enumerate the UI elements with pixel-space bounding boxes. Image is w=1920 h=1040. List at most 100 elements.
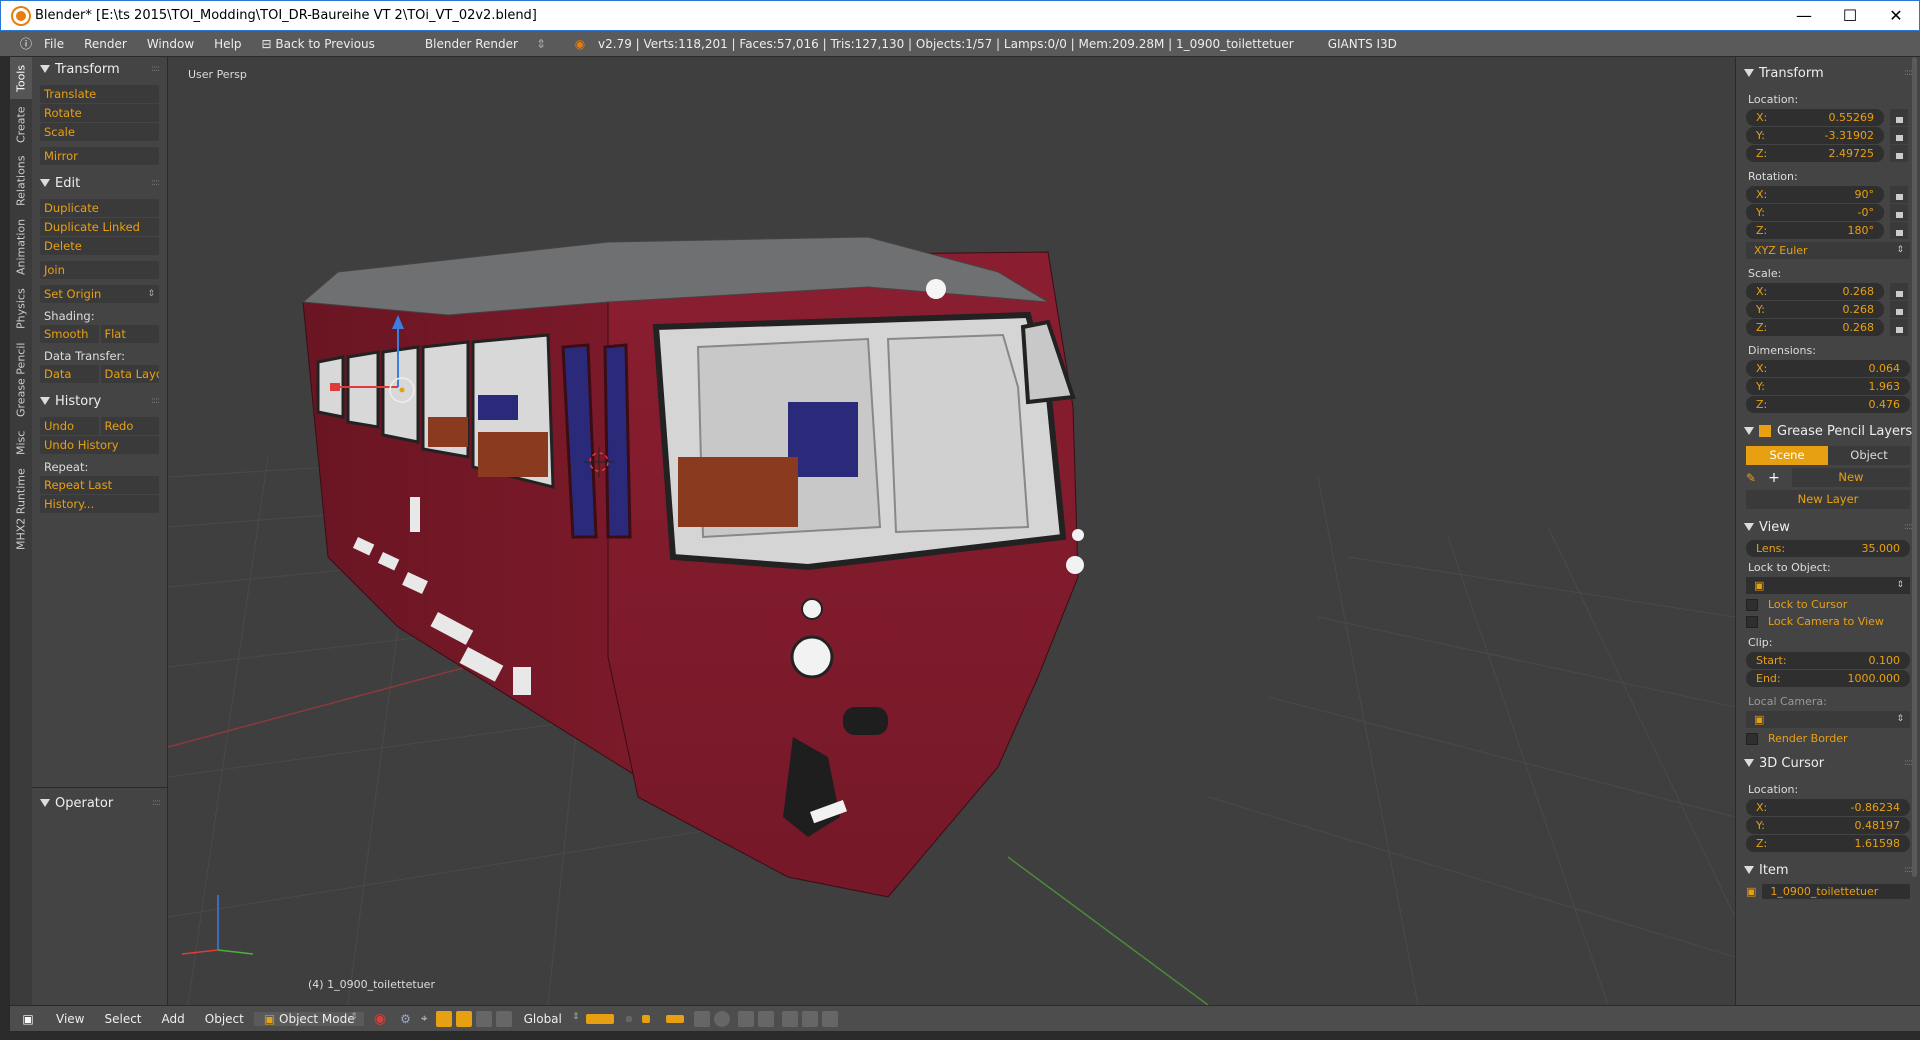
lock-icon[interactable] bbox=[1890, 301, 1908, 318]
dimensions-y-field[interactable]: Y: 1.963 bbox=[1746, 378, 1910, 395]
operator-panel-header[interactable]: Operator:::: bbox=[32, 791, 168, 815]
pivot-point-icon[interactable]: ⚙ bbox=[400, 1012, 411, 1026]
history-panel-header[interactable]: History:::: bbox=[32, 389, 167, 413]
tab-animation[interactable]: Animation bbox=[10, 213, 32, 281]
back-to-previous-button[interactable]: ⊟ Back to Previous bbox=[252, 37, 385, 51]
drag-grip-icon[interactable]: :::: bbox=[151, 396, 160, 406]
proportional-edit-icon[interactable] bbox=[693, 1010, 710, 1027]
menu-giants-i3d[interactable]: GIANTS I3D bbox=[1328, 37, 1397, 51]
scale-button[interactable]: Scale bbox=[40, 123, 159, 141]
scale-y-field[interactable]: Y: 0.268 bbox=[1746, 301, 1908, 318]
scale-manipulator-icon[interactable] bbox=[475, 1010, 492, 1027]
new-layer-button[interactable]: New Layer bbox=[1746, 490, 1910, 509]
n-transform-header[interactable]: Transform:::: bbox=[1736, 61, 1920, 85]
scene-toggle[interactable]: Scene bbox=[1746, 446, 1828, 465]
snap-icon[interactable] bbox=[737, 1010, 754, 1027]
location-z-field[interactable]: Z: 2.49725 bbox=[1746, 145, 1908, 162]
orientation-select[interactable]: Global ⇕ bbox=[514, 1012, 580, 1026]
lock-camera-checkbox[interactable]: Lock Camera to View bbox=[1746, 615, 1910, 628]
render-border-checkbox[interactable]: Render Border bbox=[1746, 732, 1910, 745]
proportional-falloff-icon[interactable] bbox=[713, 1010, 730, 1027]
menu-window[interactable]: Window bbox=[137, 37, 204, 51]
transform-panel-header[interactable]: Transform:::: bbox=[32, 57, 167, 81]
lock-icon[interactable] bbox=[1890, 127, 1908, 144]
info-editor-icon[interactable]: ⓘ bbox=[18, 36, 34, 52]
dimensions-x-field[interactable]: X: 0.064 bbox=[1746, 360, 1910, 377]
lock-icon[interactable] bbox=[1890, 109, 1908, 126]
tab-physics[interactable]: Physics bbox=[10, 283, 32, 335]
rotation-z-field[interactable]: Z: 180° bbox=[1746, 222, 1908, 239]
view-panel-header[interactable]: View:::: bbox=[1736, 515, 1920, 539]
render-icon[interactable] bbox=[781, 1010, 798, 1027]
menu-render[interactable]: Render bbox=[74, 37, 137, 51]
tab-misc[interactable]: Misc bbox=[10, 425, 32, 461]
scale-x-field[interactable]: X: 0.268 bbox=[1746, 283, 1908, 300]
cursor-z-field[interactable]: Z: 1.61598 bbox=[1746, 835, 1910, 852]
lock-icon[interactable] bbox=[1890, 222, 1908, 239]
undo-button[interactable]: Undo bbox=[40, 417, 99, 435]
editor-type-icon[interactable]: ▣ bbox=[20, 1011, 36, 1027]
data-button[interactable]: Data bbox=[40, 365, 99, 383]
3d-viewport[interactable]: User Persp (4) 1_0900_toilettetuer bbox=[168, 57, 1735, 1005]
rotation-y-field[interactable]: Y: -0° bbox=[1746, 204, 1908, 221]
lock-icon[interactable] bbox=[1890, 283, 1908, 300]
redo-button[interactable]: Redo bbox=[100, 417, 159, 435]
drag-grip-icon[interactable]: :::: bbox=[1904, 68, 1913, 78]
tab-grease-pencil[interactable]: Grease Pencil bbox=[10, 337, 32, 423]
tab-relations[interactable]: Relations bbox=[10, 151, 32, 211]
drag-grip-icon[interactable]: :::: bbox=[151, 64, 160, 74]
render-engine-select[interactable]: Blender Render ⇕ bbox=[415, 37, 556, 51]
drag-grip-icon[interactable]: :::: bbox=[1904, 758, 1913, 768]
menu-add[interactable]: Add bbox=[152, 1012, 195, 1026]
clip-end-field[interactable]: End: 1000.000 bbox=[1746, 670, 1910, 687]
lens-field[interactable]: Lens: 35.000 bbox=[1746, 540, 1910, 557]
cursor-x-field[interactable]: X: -0.86234 bbox=[1746, 799, 1910, 816]
snap-element-icon[interactable] bbox=[757, 1010, 774, 1027]
translate-manipulator-icon[interactable] bbox=[435, 1010, 452, 1027]
delete-button[interactable]: Delete bbox=[40, 237, 159, 255]
drag-grip-icon[interactable]: :::: bbox=[152, 798, 161, 808]
menu-object[interactable]: Object bbox=[195, 1012, 254, 1026]
rotation-mode-select[interactable]: XYZ Euler bbox=[1746, 242, 1910, 259]
render-animation-icon[interactable] bbox=[821, 1010, 838, 1027]
manipulator-toggle-icon[interactable]: ⌖ bbox=[421, 1011, 428, 1026]
mode-select[interactable]: ▣ Object Mode ⇕ bbox=[253, 1011, 364, 1026]
arrow-icon[interactable] bbox=[495, 1010, 512, 1027]
panel-scrollbar[interactable] bbox=[1912, 57, 1917, 877]
edit-panel-header[interactable]: Edit:::: bbox=[32, 171, 167, 195]
menu-help[interactable]: Help bbox=[204, 37, 251, 51]
duplicate-linked-button[interactable]: Duplicate Linked bbox=[40, 218, 159, 236]
lock-to-cursor-checkbox[interactable]: Lock to Cursor bbox=[1746, 598, 1910, 611]
menu-file[interactable]: File bbox=[34, 37, 74, 51]
history-button[interactable]: History... bbox=[40, 495, 159, 513]
dimensions-z-field[interactable]: Z: 0.476 bbox=[1746, 396, 1910, 413]
scale-z-field[interactable]: Z: 0.268 bbox=[1746, 319, 1908, 336]
shading-mode-icon[interactable]: ◉ bbox=[374, 1011, 386, 1027]
clip-start-field[interactable]: Start: 0.100 bbox=[1746, 652, 1910, 669]
menu-view[interactable]: View bbox=[46, 1012, 94, 1026]
viewport-scene[interactable] bbox=[168, 57, 1735, 1005]
grease-pencil-header[interactable]: Grease Pencil Layers bbox=[1736, 419, 1920, 443]
drag-grip-icon[interactable]: :::: bbox=[1904, 522, 1913, 532]
location-x-field[interactable]: X: 0.55269 bbox=[1746, 109, 1908, 126]
add-icon[interactable]: + bbox=[1768, 470, 1780, 486]
lock-icon[interactable] bbox=[1890, 145, 1908, 162]
tab-tools[interactable]: Tools bbox=[10, 57, 32, 99]
item-name-field[interactable]: 1_0900_toilettetuer bbox=[1762, 884, 1910, 899]
maximize-button[interactable]: ☐ bbox=[1827, 1, 1873, 31]
layers-icon[interactable] bbox=[585, 1013, 614, 1024]
repeat-last-button[interactable]: Repeat Last bbox=[40, 476, 159, 494]
layer-indicator-icon[interactable] bbox=[641, 1014, 650, 1023]
rotate-button[interactable]: Rotate bbox=[40, 104, 159, 122]
item-panel-header[interactable]: Item:::: bbox=[1736, 858, 1920, 882]
smooth-button[interactable]: Smooth bbox=[40, 325, 99, 343]
duplicate-button[interactable]: Duplicate bbox=[40, 199, 159, 217]
data-layout-button[interactable]: Data Layo bbox=[100, 365, 159, 383]
location-y-field[interactable]: Y: -3.31902 bbox=[1746, 127, 1908, 144]
new-gp-button[interactable]: New bbox=[1791, 468, 1910, 487]
join-button[interactable]: Join bbox=[40, 261, 159, 279]
tab-mhx2-runtime[interactable]: MHX2 Runtime bbox=[10, 463, 32, 555]
close-button[interactable]: ✕ bbox=[1873, 1, 1919, 31]
object-toggle[interactable]: Object bbox=[1828, 446, 1910, 465]
cursor-y-field[interactable]: Y: 0.48197 bbox=[1746, 817, 1910, 834]
